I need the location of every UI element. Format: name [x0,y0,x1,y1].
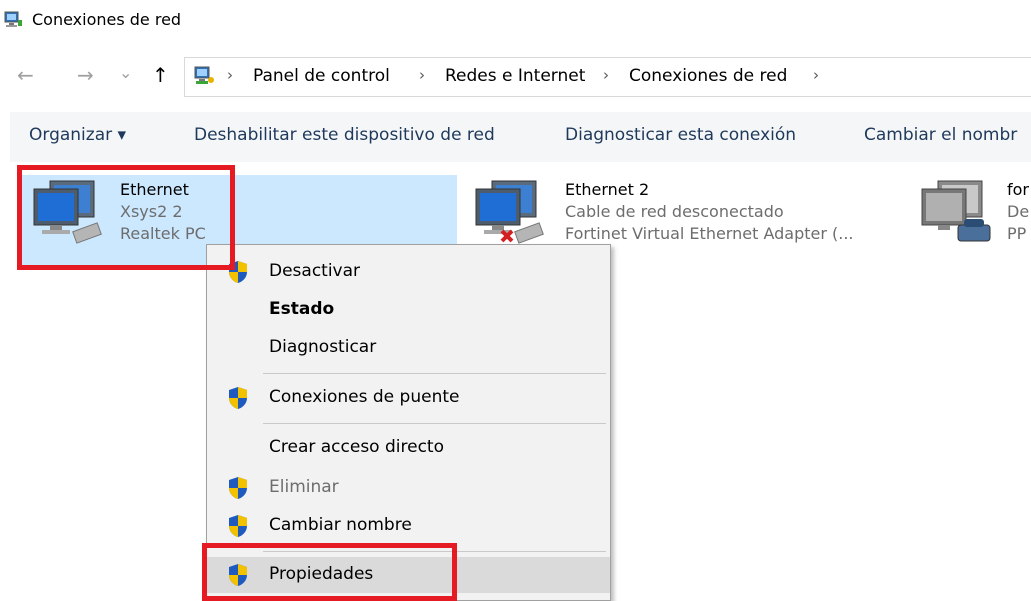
connection-device: Realtek PC [120,224,206,243]
menu-item-label: Eliminar [269,477,339,497]
menu-item-conexiones-de-puente[interactable]: Conexiones de puente [207,380,610,416]
shield-icon [229,515,247,537]
rename-connection-button[interactable]: Cambiar el nombr [864,125,1017,145]
breadcrumb-separator-icon: › [813,66,819,84]
address-bar: ← → ⌄ ↑ › Panel de control › Redes e Int… [0,55,1031,97]
connection-status: Cable de red desconectado [565,202,784,221]
menu-item-crear-acceso-directo[interactable]: Crear acceso directo [207,430,610,466]
context-menu: Desactivar Estado Diagnosticar Conexione… [206,244,611,601]
menu-item-label: Crear acceso directo [269,437,444,457]
forward-arrow-icon[interactable]: → [77,65,94,85]
connection-item-third[interactable]: for De PP [908,175,1031,270]
network-adapter-icon [33,180,102,244]
connection-name: for [1007,180,1029,199]
menu-separator [263,551,606,552]
shield-icon [229,261,247,283]
menu-item-label: Conexiones de puente [269,387,460,407]
menu-item-label: Propiedades [269,564,374,584]
control-panel-icon [194,66,214,84]
menu-item-label: Cambiar nombre [269,515,412,535]
shield-icon [229,387,247,409]
diagnose-connection-button[interactable]: Diagnosticar esta conexión [565,125,796,145]
connection-status: De [1007,202,1030,221]
connection-device: PP [1007,224,1027,243]
menu-item-label: Desactivar [269,261,361,281]
recent-locations-icon[interactable]: ⌄ [119,63,132,83]
shield-icon [229,477,247,499]
breadcrumb[interactable]: › Panel de control › Redes e Internet › … [184,57,1031,97]
menu-item-desactivar[interactable]: Desactivar [207,254,610,290]
network-connections-icon [4,11,22,27]
command-bar: Organizar ▾ Deshabilitar este dispositiv… [10,112,1031,162]
window-title: Conexiones de red [32,10,182,29]
dial-up-adapter-icon [921,180,991,242]
menu-item-label: Diagnosticar [269,337,377,357]
breadcrumb-conexiones-de-red[interactable]: Conexiones de red [629,66,787,86]
menu-item-diagnosticar[interactable]: Diagnosticar [207,330,610,366]
title-bar: Conexiones de red [0,0,1031,40]
menu-item-eliminar: Eliminar [207,470,610,506]
menu-item-cambiar-nombre[interactable]: Cambiar nombre [207,508,610,544]
breadcrumb-redes-e-internet[interactable]: Redes e Internet [445,66,585,86]
back-arrow-icon[interactable]: ← [17,65,34,85]
menu-separator [263,373,606,374]
breadcrumb-separator-icon: › [227,66,233,84]
disable-device-button[interactable]: Deshabilitar este dispositivo de red [194,125,495,145]
menu-item-label: Estado [269,299,335,319]
connection-status: Xsys2 2 [120,202,183,221]
menu-item-estado[interactable]: Estado [207,292,610,328]
network-adapter-icon [475,180,544,244]
menu-separator [263,423,606,424]
connection-name: Ethernet 2 [565,180,650,199]
breadcrumb-separator-icon: › [603,66,609,84]
up-arrow-icon[interactable]: ↑ [152,65,169,85]
connection-name: Ethernet [120,180,189,199]
connection-device: Fortinet Virtual Ethernet Adapter (... [565,224,854,243]
organize-button[interactable]: Organizar ▾ [29,125,126,145]
breadcrumb-panel-de-control[interactable]: Panel de control [253,66,390,86]
shield-icon [229,564,247,586]
breadcrumb-separator-icon: › [419,66,425,84]
menu-item-propiedades[interactable]: Propiedades [207,557,610,593]
